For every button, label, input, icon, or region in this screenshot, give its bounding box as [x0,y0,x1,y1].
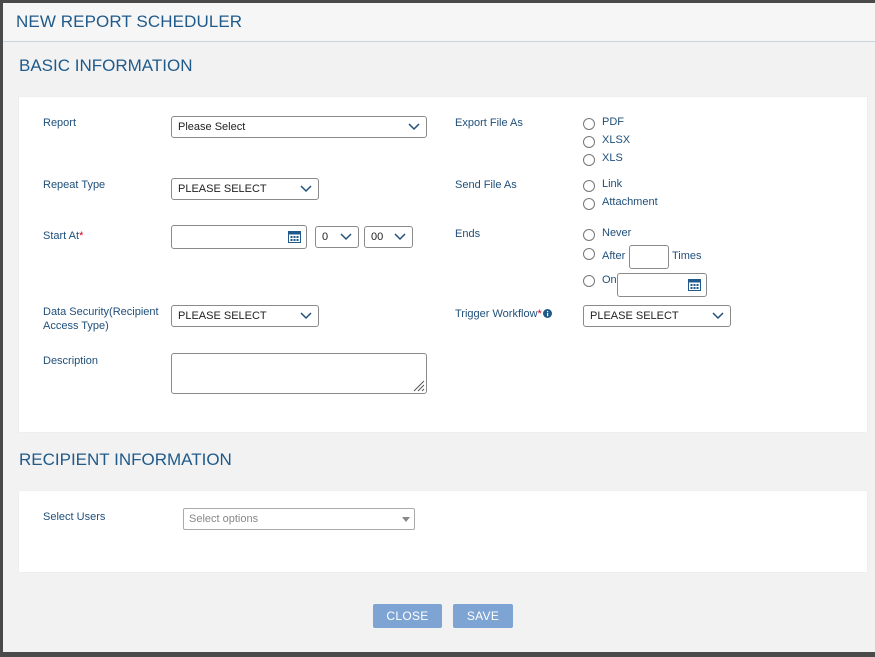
export-pdf-radio[interactable] [583,118,595,130]
start-hour-value: 0 [322,231,329,243]
basic-information-card: Report Please Select Repeat Type PLEASE … [19,97,867,432]
send-file-label: Send File As [455,179,517,191]
trigger-workflow-label: Trigger Workflow* [455,307,552,322]
recipient-information-title: RECIPIENT INFORMATION [19,450,232,469]
select-users-label: Select Users [43,511,106,523]
repeat-type-select[interactable]: PLEASE SELECT [171,178,319,200]
description-textarea[interactable] [171,353,427,394]
select-users-multiselect[interactable]: Select options [183,508,415,530]
start-at-text: Start At [43,230,80,242]
chevron-down-icon [394,230,406,242]
export-pdf-label: PDF [602,116,624,128]
calendar-icon[interactable] [288,230,301,243]
chevron-down-icon [300,309,312,321]
report-scheduler-modal: NEW REPORT SCHEDULER BASIC INFORMATION R… [3,3,875,652]
data-security-label: Data Security(Recipient Access Type) [43,306,159,332]
export-xls-label: XLS [602,152,623,164]
caret-down-icon [402,517,410,522]
repeat-type-value: PLEASE SELECT [178,183,267,195]
select-users-placeholder: Select options [189,513,259,525]
send-attachment-radio[interactable] [583,198,595,210]
recipient-information-card: Select Users Select options [19,491,867,572]
ends-after-label: After [602,250,626,262]
trigger-workflow-select[interactable]: PLEASE SELECT [583,305,731,327]
ends-times-label: Times [672,250,702,262]
save-button[interactable]: SAVE [453,604,513,628]
calendar-icon[interactable] [688,278,701,291]
basic-information-title: BASIC INFORMATION [19,56,193,75]
close-button[interactable]: CLOSE [373,604,442,628]
ends-on-radio[interactable] [583,275,595,287]
trigger-workflow-text: Trigger Workflow [455,308,538,320]
ends-label: Ends [455,228,481,240]
modal-header: NEW REPORT SCHEDULER [3,3,875,42]
description-label: Description [43,355,99,367]
send-link-radio[interactable] [583,180,595,192]
ends-never-label: Never [602,227,632,239]
ends-after-radio[interactable] [583,248,595,260]
data-security-value: PLEASE SELECT [178,310,267,322]
send-link-label: Link [602,178,623,190]
start-hour-select[interactable]: 0 [315,226,359,248]
chevron-down-icon [340,230,352,242]
chevron-down-icon [300,182,312,194]
export-xlsx-label: XLSX [602,134,631,146]
trigger-workflow-value: PLEASE SELECT [590,310,679,322]
start-at-label: Start At* [43,229,83,243]
report-select-value: Please Select [178,121,246,133]
info-icon[interactable] [542,308,552,322]
ends-on-date-input[interactable] [617,273,707,297]
export-file-label: Export File As [455,117,523,129]
data-security-select[interactable]: PLEASE SELECT [171,305,319,327]
send-attachment-label: Attachment [602,196,658,208]
ends-never-radio[interactable] [583,229,595,241]
report-label: Report [43,117,77,129]
modal-title: NEW REPORT SCHEDULER [16,12,243,31]
report-select[interactable]: Please Select [171,116,427,138]
start-minute-select[interactable]: 00 [364,226,413,248]
required-asterisk: * [79,230,84,242]
chevron-down-icon [408,120,420,132]
export-xls-radio[interactable] [583,154,595,166]
ends-after-times-input[interactable] [629,245,669,269]
start-minute-value: 00 [371,231,384,243]
required-asterisk: * [537,308,542,320]
ends-on-label: On [602,274,617,286]
repeat-type-label: Repeat Type [43,179,106,191]
chevron-down-icon [712,309,724,321]
export-xlsx-radio[interactable] [583,136,595,148]
start-date-input[interactable] [171,225,307,249]
resize-grip-icon[interactable] [411,378,425,392]
